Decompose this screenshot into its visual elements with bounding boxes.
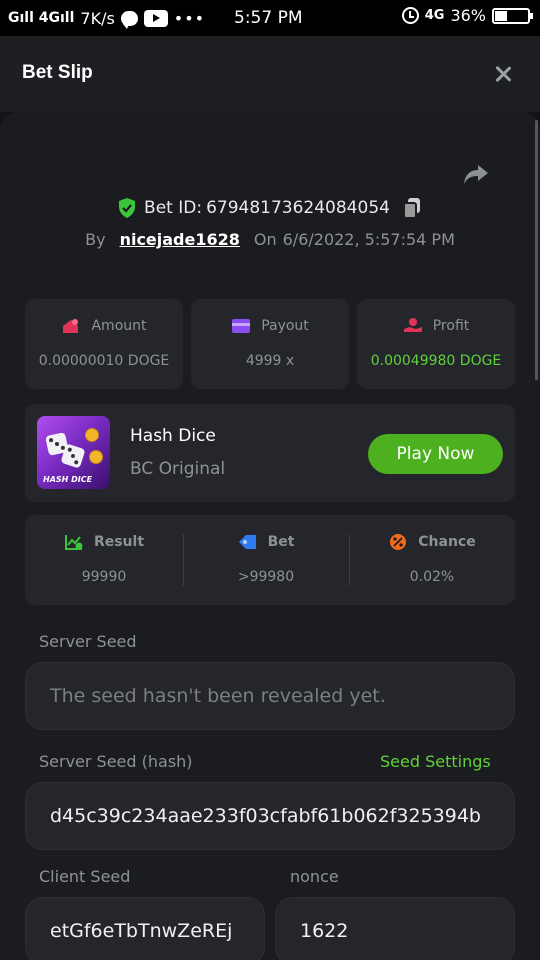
result-value: 99990 <box>81 569 127 585</box>
chance-value: 0.02% <box>409 569 455 585</box>
chance-label: Chance <box>418 534 476 550</box>
scrollbar[interactable] <box>535 120 538 380</box>
bet-id-value: 67948173624084054 <box>206 198 390 218</box>
amount-icon <box>63 319 79 333</box>
game-subtitle: BC Original <box>130 459 226 479</box>
bet-date: 6/6/2022, 5:57:54 PM <box>282 230 455 249</box>
coin-icon <box>85 428 99 442</box>
client-seed-label: Client Seed <box>39 867 131 886</box>
bet-id-label: Bet ID: <box>144 198 203 218</box>
more-notifications-icon: ••• <box>173 8 206 28</box>
shield-check-icon <box>119 198 136 218</box>
chance-column: Chance 0.02% <box>349 515 515 605</box>
message-icon <box>120 10 138 29</box>
result-chart-icon <box>64 535 83 550</box>
alarm-icon <box>401 7 419 24</box>
battery-icon <box>492 7 533 24</box>
on-label: On <box>253 230 277 249</box>
payout-card-icon <box>232 319 251 333</box>
profit-value: 0.00049980 DOGE <box>370 353 502 369</box>
server-seed-label: Server Seed <box>39 632 137 651</box>
share-icon[interactable] <box>462 160 490 188</box>
chance-percent-icon <box>390 534 407 550</box>
game-card: HASH DICE Hash Dice BC Original Play Now <box>25 404 515 502</box>
amount-value: 0.00000010 DOGE <box>38 353 170 369</box>
bet-tag-icon <box>238 535 256 549</box>
client-seed-field[interactable]: etGf6eTbTnwZeREj <box>25 897 265 960</box>
server-seed-hash-label: Server Seed (hash) <box>39 752 193 771</box>
hash-dice-thumbnail[interactable]: HASH DICE <box>37 416 110 489</box>
die-icon <box>60 443 86 469</box>
bet-value: >99980 <box>237 569 295 585</box>
signal-indicator: Gıll 4Gıll <box>8 10 75 26</box>
battery-percent: 36% <box>450 6 486 25</box>
by-label: By <box>85 230 106 249</box>
coin-icon <box>89 450 103 464</box>
amount-card: Amount 0.00000010 DOGE <box>25 299 183 389</box>
result-card: Result 99990 Bet >99980 Chance 0.02% <box>25 515 515 605</box>
bet-label: Bet <box>267 534 295 550</box>
seed-settings-link[interactable]: Seed Settings <box>380 752 491 771</box>
bet-slip-header: Bet Slip <box>0 36 540 112</box>
page-title: Bet Slip <box>22 62 93 83</box>
result-label: Result <box>93 534 145 550</box>
network-type: 4G <box>424 8 445 23</box>
bet-id-row: Bet ID: 67948173624084054 <box>0 198 540 219</box>
game-name: Hash Dice <box>130 426 216 446</box>
clock: 5:57 PM <box>234 8 303 28</box>
thumbnail-label: HASH DICE <box>43 475 93 484</box>
youtube-icon <box>143 9 168 27</box>
payout-value: 4999 x <box>245 353 295 369</box>
result-column: Result 99990 <box>25 515 183 605</box>
status-bar: Gıll 4Gıll 7K/s ••• 5:57 PM 4G 36% <box>0 0 540 36</box>
payout-label: Payout <box>261 318 309 334</box>
profit-card: Profit 0.00049980 DOGE <box>357 299 515 389</box>
nonce-field[interactable]: 1622 <box>275 897 515 960</box>
network-speed: 7K/s <box>80 8 115 28</box>
close-icon[interactable] <box>490 62 516 88</box>
bet-column: Bet >99980 <box>183 515 349 605</box>
amount-label: Amount <box>91 318 147 334</box>
server-seed-field[interactable]: The seed hasn't been revealed yet. <box>25 662 515 730</box>
bettor-row: By nicejade1628 On 6/6/2022, 5:57:54 PM <box>0 230 540 249</box>
username-link[interactable]: nicejade1628 <box>120 230 240 249</box>
copy-icon[interactable] <box>402 198 422 219</box>
profit-label: Profit <box>432 318 470 334</box>
nonce-label: nonce <box>290 867 339 886</box>
play-now-button[interactable]: Play Now <box>368 434 503 474</box>
payout-card: Payout 4999 x <box>191 299 349 389</box>
server-seed-hash-field[interactable]: d45c39c234aae233f03cfabf61b062f325394b <box>25 782 515 850</box>
profit-icon <box>403 318 422 332</box>
